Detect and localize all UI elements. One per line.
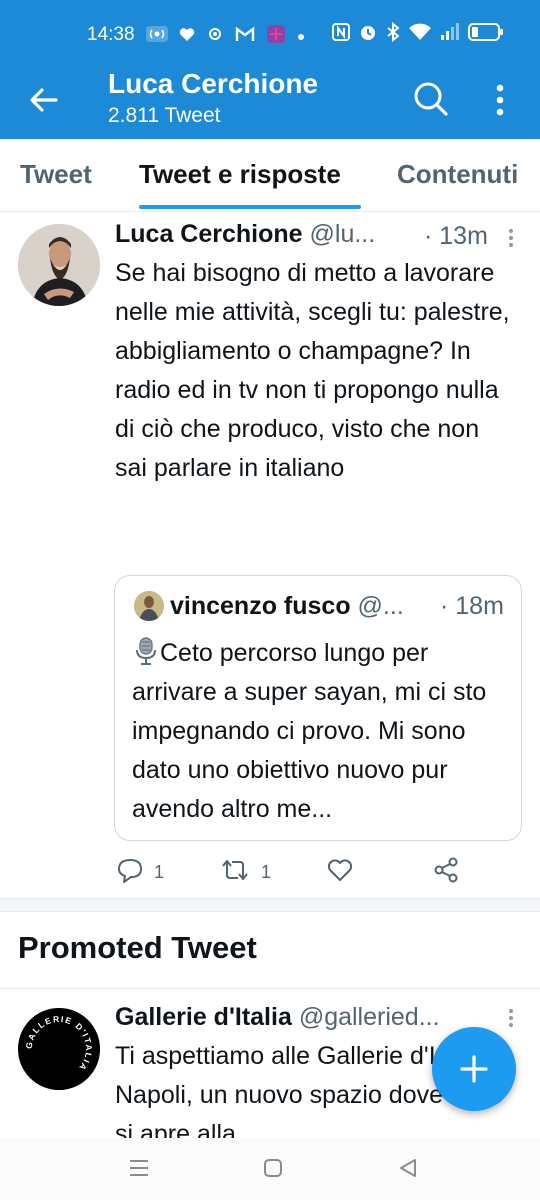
quote-author-handle: @... [357, 592, 404, 620]
compose-tweet-button[interactable] [432, 1027, 516, 1111]
retweet-button[interactable]: 1 [219, 856, 271, 889]
share-icon [432, 856, 460, 889]
profile-name: Luca Cerchione [108, 68, 319, 99]
retweet-count: 1 [261, 862, 272, 882]
retweet-icon [219, 856, 251, 889]
tweet-timestamp: · 13m [424, 222, 488, 250]
reply-count: 1 [154, 862, 165, 882]
system-nav-bar [0, 1138, 540, 1200]
status-left-icons [146, 24, 305, 49]
dot-icon [297, 28, 305, 46]
like-button[interactable] [326, 856, 364, 889]
avatar[interactable] [18, 224, 100, 306]
quote-author-name: vincenzo fusco [170, 592, 351, 620]
tweet-actions: 1 1 [116, 856, 516, 888]
tab-contenuti[interactable]: Contenuti [397, 159, 518, 190]
quoted-tweet[interactable]: vincenzo fusco @... · 18m Ceto percorso … [114, 575, 522, 841]
recents-icon[interactable] [128, 1158, 150, 1183]
arrow-left-icon[interactable] [26, 82, 62, 118]
profile-header: Luca Cerchione 2.811 Tweet [0, 66, 540, 139]
heart-icon [179, 27, 195, 47]
status-bar: 14:38 [0, 0, 540, 66]
tweet-text: Se hai bisogno di metto a lavorare nelle… [115, 259, 510, 482]
divider [0, 988, 540, 989]
back-icon[interactable] [398, 1158, 418, 1183]
promoted-section-title: Promoted Tweet [18, 930, 257, 965]
tweet-header: Luca Cerchione @lu... [115, 220, 375, 249]
active-tab-indicator [139, 205, 361, 209]
microphone-icon [132, 636, 160, 666]
quote-timestamp: · 18m [440, 592, 504, 620]
section-divider [0, 898, 540, 912]
app-icon [266, 24, 286, 49]
battery-icon [468, 22, 504, 47]
alarm-icon [358, 22, 378, 47]
plus-icon [459, 1054, 489, 1089]
promoted-author-name[interactable]: Gallerie d'Italia [115, 1003, 292, 1031]
wifi-icon [408, 23, 432, 46]
like-icon [326, 856, 354, 889]
radio-icon [146, 25, 168, 48]
reply-icon [116, 856, 144, 889]
tweet-more-icon[interactable] [508, 228, 514, 248]
quote-header: vincenzo fusco @... [170, 592, 404, 621]
tweet-count: 2.811 Tweet [108, 104, 221, 127]
home-icon[interactable] [263, 1158, 283, 1183]
tab-tweet-e-risposte[interactable]: Tweet e risposte [139, 159, 341, 190]
avatar[interactable]: GALLERIE D'ITALIA [18, 1008, 100, 1090]
signal-icon [440, 23, 460, 46]
quote-avatar [134, 591, 164, 621]
promoted-author-handle[interactable]: @galleried... [299, 1003, 440, 1031]
tweet-author-handle[interactable]: @lu... [310, 220, 376, 248]
more-vertical-icon[interactable] [488, 80, 512, 120]
quote-text-container: Ceto percorso lungo per arrivare a super… [132, 634, 512, 829]
share-button[interactable] [432, 856, 460, 889]
tweet-author-name[interactable]: Luca Cerchione [115, 220, 303, 248]
promoted-tweet-header: Gallerie d'Italia @galleried... [115, 1003, 440, 1032]
tweet-more-icon[interactable] [508, 1008, 514, 1028]
tab-tweet[interactable]: Tweet [20, 159, 92, 190]
status-time: 14:38 [87, 24, 135, 45]
quote-text: Ceto percorso lungo per arrivare a super… [132, 639, 487, 823]
app-icon [206, 25, 224, 48]
status-right-icons [332, 21, 504, 47]
bluetooth-icon [386, 21, 400, 47]
profile-tabs: Tweet Tweet e risposte Contenuti [0, 139, 540, 212]
nfc-icon [332, 22, 350, 47]
gmail-icon [235, 26, 255, 47]
search-icon[interactable] [412, 80, 450, 118]
reply-button[interactable]: 1 [116, 856, 164, 889]
